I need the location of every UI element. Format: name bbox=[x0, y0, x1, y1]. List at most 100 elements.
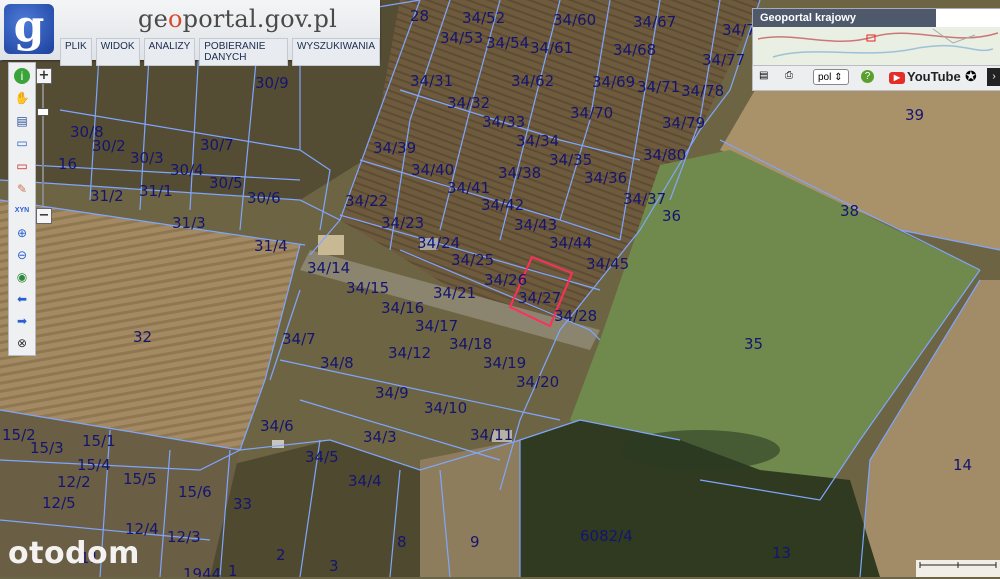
menu-pobieranie-danych[interactable]: POBIERANIE DANYCH bbox=[199, 38, 289, 66]
zoom-minus-button[interactable]: − bbox=[36, 208, 52, 224]
parcel-label: 34/12 bbox=[388, 344, 431, 362]
parcel-label: 34/77 bbox=[702, 51, 745, 69]
zoom-in-icon[interactable]: ⊕ bbox=[14, 225, 30, 241]
parcel-label: 6082/4 bbox=[580, 527, 633, 545]
parcel-label: 12/2 bbox=[57, 473, 91, 491]
parcel-label: 34/69 bbox=[592, 73, 635, 91]
parcel-label: 38 bbox=[840, 202, 859, 220]
back-arrow-icon[interactable]: ⬅ bbox=[14, 291, 30, 307]
parcel-label: 15/5 bbox=[123, 470, 157, 488]
geoportal-logo[interactable]: g bbox=[4, 4, 54, 54]
parcel-label: 1944 bbox=[183, 565, 221, 577]
site-title: geoportal.gov.pl bbox=[138, 5, 337, 33]
parcel-label: 14 bbox=[953, 456, 972, 474]
parcel-label: 34/11 bbox=[470, 426, 513, 444]
zoom-track[interactable] bbox=[42, 84, 44, 206]
parcel-label: 34/34 bbox=[516, 132, 559, 150]
menu-plik[interactable]: PLIK bbox=[60, 38, 92, 66]
parcel-label: 34/15 bbox=[346, 279, 389, 297]
parcel-label: 34/33 bbox=[482, 113, 525, 131]
parcel-label: 34/5 bbox=[305, 448, 339, 466]
parcel-label: 34/35 bbox=[549, 151, 592, 169]
scale-bar bbox=[916, 560, 1000, 577]
overview-map[interactable]: Geoportal krajowy bbox=[752, 8, 1000, 66]
parcel-label: 15/1 bbox=[82, 432, 116, 450]
parcel-label: 30/5 bbox=[209, 174, 243, 192]
parcel-label: 2 bbox=[276, 546, 286, 564]
menu-widok[interactable]: WIDOK bbox=[95, 38, 140, 66]
parcel-label: 34/67 bbox=[633, 13, 676, 31]
parcel-label: 34/37 bbox=[623, 190, 666, 208]
overview-title: Geoportal krajowy bbox=[753, 9, 936, 27]
parcel-label: 34/45 bbox=[586, 255, 629, 273]
parcel-label: 36 bbox=[662, 207, 681, 225]
parcel-label: 34/43 bbox=[514, 216, 557, 234]
parcel-label: 30/7 bbox=[200, 136, 234, 154]
parcel-label: 34/21 bbox=[433, 284, 476, 302]
parcel-label: 34/25 bbox=[451, 251, 494, 269]
parcel-label: 30/9 bbox=[255, 74, 289, 92]
parcel-label: 34/3 bbox=[363, 428, 397, 446]
parcel-label: 34/17 bbox=[415, 317, 458, 335]
parcel-label: 15/4 bbox=[77, 456, 111, 474]
logo-letter: g bbox=[13, 1, 45, 52]
menu-wyszukiwania[interactable]: WYSZUKIWANIA bbox=[292, 38, 380, 66]
info-icon[interactable]: i bbox=[14, 68, 30, 84]
legend-icon[interactable]: ▤ bbox=[14, 113, 30, 129]
youtube-link[interactable]: ▶ YouTube bbox=[889, 69, 961, 84]
parcel-label: 34/7 bbox=[282, 330, 316, 348]
zoom-plus-button[interactable]: + bbox=[36, 68, 52, 84]
parcel-label: 30/2 bbox=[92, 137, 126, 155]
forward-arrow-icon[interactable]: ➡ bbox=[14, 313, 30, 329]
parcel-label: 34/20 bbox=[516, 373, 559, 391]
youtube-play-icon: ▶ bbox=[889, 72, 905, 84]
parcel-label: 34/61 bbox=[530, 39, 573, 57]
parcel-label: 34/8 bbox=[320, 354, 354, 372]
parcel-label: 34/19 bbox=[483, 354, 526, 372]
pan-hand-icon[interactable]: ✋ bbox=[14, 90, 30, 106]
parcel-label: 34/28 bbox=[554, 307, 597, 325]
parcel-label: 34/18 bbox=[449, 335, 492, 353]
menu-analizy[interactable]: ANALIZY bbox=[143, 38, 196, 66]
parcel-label: 34/10 bbox=[424, 399, 467, 417]
main-menu: PLIK WIDOK ANALIZY POBIERANIE DANYCH WYS… bbox=[60, 38, 380, 66]
parcel-label: 34/40 bbox=[411, 161, 454, 179]
parcel-label: 34/22 bbox=[345, 192, 388, 210]
map-toolbar: i ✋ ▤ ▭ ▭ ✎ XYN ⊕ ⊖ ◉ ⬅ ➡ ⊗ bbox=[8, 62, 36, 356]
parcel-label: 34/9 bbox=[375, 384, 409, 402]
parcel-label: 30/4 bbox=[170, 161, 204, 179]
close-tool-icon[interactable]: ⊗ bbox=[14, 335, 30, 351]
parcel-label: 34/78 bbox=[681, 82, 724, 100]
parcel-label: 34/14 bbox=[307, 259, 350, 277]
document-icon[interactable]: ▤ bbox=[759, 70, 768, 81]
help-icon[interactable]: ? bbox=[861, 70, 874, 83]
globe-icon[interactable]: ◉ bbox=[14, 269, 30, 285]
parcel-label: 31/1 bbox=[139, 182, 173, 200]
parcel-label: 34/68 bbox=[613, 41, 656, 59]
xyz-coordinates-icon[interactable]: XYN bbox=[14, 203, 30, 219]
parcel-label: 34/54 bbox=[486, 34, 529, 52]
language-select[interactable]: pol ⇕ bbox=[813, 69, 849, 85]
parcel-label: 31/3 bbox=[172, 214, 206, 232]
zoom-handle[interactable] bbox=[37, 108, 49, 116]
parcel-label: 33 bbox=[233, 495, 252, 513]
parcel-label: 34/27 bbox=[518, 289, 561, 307]
parcel-label: 34/7 bbox=[722, 21, 756, 39]
clear-selection-icon[interactable]: ▭ bbox=[14, 158, 30, 174]
parcel-label: 34/52 bbox=[462, 9, 505, 27]
zoom-out-icon[interactable]: ⊖ bbox=[14, 247, 30, 263]
parcel-label: 34/31 bbox=[410, 72, 453, 90]
parcel-label: 34/71 bbox=[637, 78, 680, 96]
parcel-label: 34/53 bbox=[440, 29, 483, 47]
expand-arrow-icon[interactable]: › bbox=[987, 68, 1000, 86]
accessibility-icon[interactable]: ✪ bbox=[965, 68, 977, 85]
parcel-label: 34/6 bbox=[260, 417, 294, 435]
parcel-label: 34/39 bbox=[373, 139, 416, 157]
parcel-label: 34/38 bbox=[498, 164, 541, 182]
print-icon[interactable]: ⎙ bbox=[785, 70, 793, 81]
parcel-label: 34/62 bbox=[511, 72, 554, 90]
parcel-label: 39 bbox=[905, 106, 924, 124]
pencil-icon[interactable]: ✎ bbox=[14, 181, 30, 197]
select-area-icon[interactable]: ▭ bbox=[14, 135, 30, 151]
parcel-label: 32 bbox=[133, 328, 152, 346]
